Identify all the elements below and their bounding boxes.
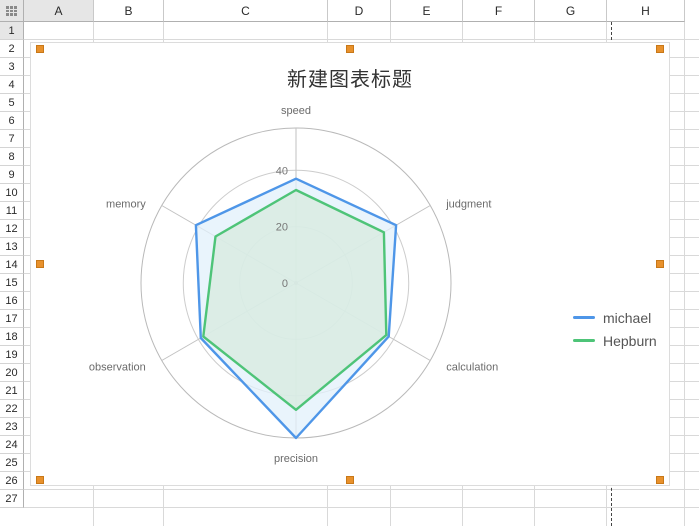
grid-dots-icon (6, 6, 17, 16)
svg-text:calculation: calculation (446, 362, 498, 374)
row-header-3[interactable]: 3 (0, 58, 24, 76)
row-header-8[interactable]: 8 (0, 148, 24, 166)
gridline-horizontal (24, 39, 699, 40)
row-header-26[interactable]: 26 (0, 472, 24, 490)
column-header-h[interactable]: H (607, 0, 685, 22)
chart-legend[interactable]: michael Hepburn (573, 306, 669, 352)
legend-item-michael[interactable]: michael (573, 306, 669, 329)
gridline-horizontal (24, 489, 699, 490)
svg-text:0: 0 (282, 278, 288, 290)
svg-text:judgment: judgment (445, 199, 491, 211)
row-header-4[interactable]: 4 (0, 76, 24, 94)
column-header-e[interactable]: E (391, 0, 463, 22)
chart-object[interactable]: 新建图表标题 0 20 40 speed judgment calculation prec… (30, 42, 670, 486)
row-header-6[interactable]: 6 (0, 112, 24, 130)
legend-swatch-hepburn (573, 339, 595, 342)
spreadsheet-window: ABCDEFGH 1 2 3 4 5 6 7 8 9 10 11 12 13 14 15 16 17 18 19 20… (0, 0, 699, 526)
row-header-1[interactable]: 1 (0, 22, 24, 40)
radar-chart: 0 20 40 speed judgment calculation precision ob… (89, 105, 498, 465)
svg-text:memory: memory (106, 199, 146, 211)
row-header-25[interactable]: 25 (0, 454, 24, 472)
svg-text:20: 20 (276, 222, 288, 234)
row-header-20[interactable]: 20 (0, 364, 24, 382)
resize-handle-2[interactable] (656, 45, 664, 53)
resize-handle-6[interactable] (346, 476, 354, 484)
resize-handle-1[interactable] (346, 45, 354, 53)
gridline-vertical (684, 22, 685, 526)
column-header-d[interactable]: D (328, 0, 391, 22)
legend-label-michael: michael (603, 309, 652, 326)
row-header-9[interactable]: 9 (0, 166, 24, 184)
legend-swatch-michael (573, 316, 595, 319)
row-header-24[interactable]: 24 (0, 436, 24, 454)
resize-handle-4[interactable] (656, 260, 664, 268)
row-header-16[interactable]: 16 (0, 292, 24, 310)
row-header-column[interactable]: 1 2 3 4 5 6 7 8 9 10 11 12 13 14 15 16 17 18 19 20 21 22 23 24 2… (0, 22, 24, 526)
row-header-5[interactable]: 5 (0, 94, 24, 112)
row-header-17[interactable]: 17 (0, 310, 24, 328)
legend-label-hepburn: Hepburn (603, 332, 657, 349)
row-header-13[interactable]: 13 (0, 238, 24, 256)
select-all-button[interactable] (0, 0, 24, 22)
resize-handle-3[interactable] (36, 260, 44, 268)
resize-handle-0[interactable] (36, 45, 44, 53)
svg-text:40: 40 (276, 165, 288, 177)
svg-text:precision: precision (274, 453, 318, 465)
resize-handle-5[interactable] (36, 476, 44, 484)
resize-handle-7[interactable] (656, 476, 664, 484)
row-header-22[interactable]: 22 (0, 400, 24, 418)
row-header-15[interactable]: 15 (0, 274, 24, 292)
row-header-23[interactable]: 23 (0, 418, 24, 436)
column-header-f[interactable]: F (463, 0, 535, 22)
row-header-18[interactable]: 18 (0, 328, 24, 346)
svg-text:speed: speed (281, 105, 311, 117)
row-header-27[interactable]: 27 (0, 490, 24, 508)
column-header-b[interactable]: B (94, 0, 164, 22)
row-header-2[interactable]: 2 (0, 40, 24, 58)
svg-text:observation: observation (89, 362, 146, 374)
column-header-c[interactable]: C (164, 0, 328, 22)
column-header-a[interactable]: A (24, 0, 94, 22)
column-header-g[interactable]: G (535, 0, 607, 22)
column-header-row[interactable]: ABCDEFGH (24, 0, 699, 22)
row-header-12[interactable]: 12 (0, 220, 24, 238)
row-header-19[interactable]: 19 (0, 346, 24, 364)
row-header-11[interactable]: 11 (0, 202, 24, 220)
row-header-7[interactable]: 7 (0, 130, 24, 148)
row-header-14[interactable]: 14 (0, 256, 24, 274)
row-header-21[interactable]: 21 (0, 382, 24, 400)
legend-item-hepburn[interactable]: Hepburn (573, 329, 669, 352)
gridline-horizontal (24, 507, 699, 508)
row-header-10[interactable]: 10 (0, 184, 24, 202)
